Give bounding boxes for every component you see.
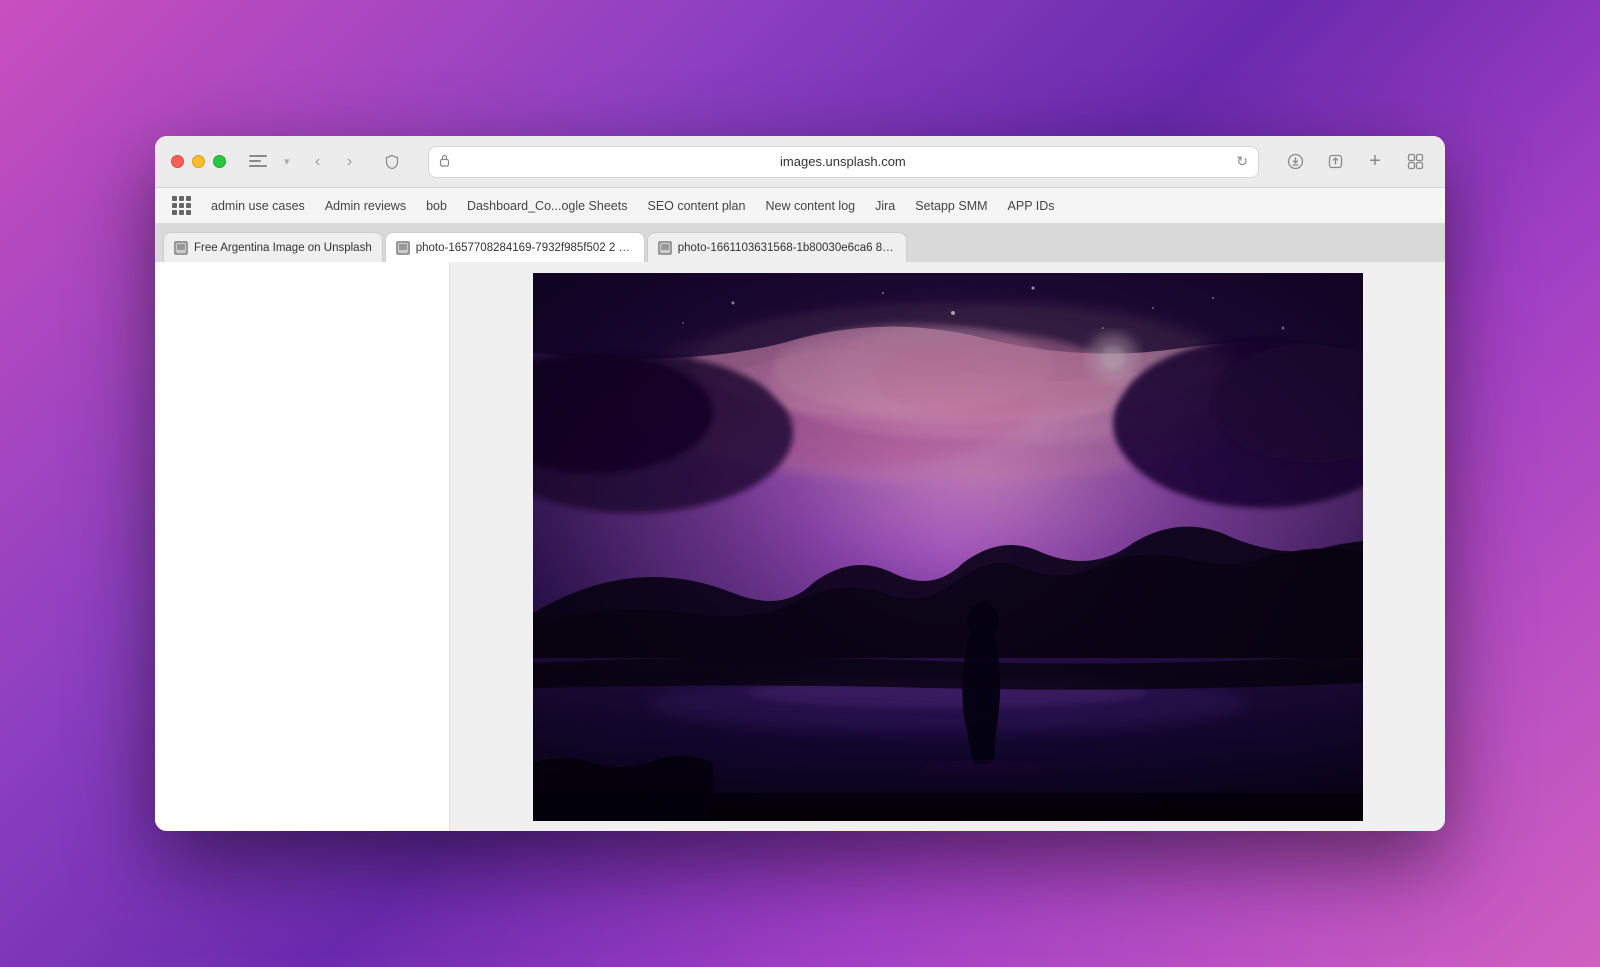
- bookmark-admin-use-cases[interactable]: admin use cases: [203, 195, 313, 217]
- new-tab-icon[interactable]: +: [1361, 148, 1389, 176]
- bookmark-new-content-log[interactable]: New content log: [757, 195, 863, 217]
- bookmark-admin-reviews[interactable]: Admin reviews: [317, 195, 414, 217]
- toolbar-right: +: [1281, 148, 1429, 176]
- tab-overview-icon[interactable]: [1401, 148, 1429, 176]
- share-icon[interactable]: [1321, 148, 1349, 176]
- tab-3-favicon: [658, 241, 672, 255]
- maximize-button[interactable]: [213, 155, 226, 168]
- bookmark-jira[interactable]: Jira: [867, 195, 903, 217]
- download-icon[interactable]: [1281, 148, 1309, 176]
- forward-button[interactable]: ›: [336, 148, 364, 176]
- tabs-bar: Free Argentina Image on Unsplash photo-1…: [155, 224, 1445, 262]
- tab-1-title: Free Argentina Image on Unsplash: [194, 242, 372, 254]
- sidebar-toggle-chevron[interactable]: ▾: [284, 155, 290, 168]
- bookmark-dashboard[interactable]: Dashboard_Co...ogle Sheets: [459, 195, 636, 217]
- sidebar-toggle-icon: [249, 155, 267, 169]
- tab-1[interactable]: Free Argentina Image on Unsplash: [163, 232, 383, 262]
- close-button[interactable]: [171, 155, 184, 168]
- back-button[interactable]: ‹: [304, 148, 332, 176]
- reload-icon[interactable]: ↻: [1236, 153, 1248, 170]
- nav-arrows: ‹ ›: [304, 148, 364, 176]
- shield-icon: [378, 148, 406, 176]
- tab-2-favicon: [396, 241, 410, 255]
- bookmark-app-ids[interactable]: APP IDs: [1000, 195, 1063, 217]
- photo-display: [533, 273, 1363, 821]
- title-bar: ▾ ‹ › images.unsplash.com ↻: [155, 136, 1445, 188]
- main-content: [450, 262, 1445, 831]
- browser-window: ▾ ‹ › images.unsplash.com ↻: [155, 136, 1445, 831]
- tab-2[interactable]: photo-1657708284169-7932f985f502 2 264x2…: [385, 232, 645, 262]
- minimize-button[interactable]: [192, 155, 205, 168]
- traffic-lights: [171, 155, 226, 168]
- sidebar-toggle-button[interactable]: [244, 151, 272, 173]
- lock-icon: [439, 154, 450, 170]
- content-area: [155, 262, 1445, 831]
- url-text: images.unsplash.com: [456, 154, 1231, 169]
- address-bar[interactable]: images.unsplash.com ↻: [428, 146, 1259, 178]
- bookmark-seo[interactable]: SEO content plan: [639, 195, 753, 217]
- bookmarks-bar: admin use cases Admin reviews bob Dashbo…: [155, 188, 1445, 224]
- bookmark-bob[interactable]: bob: [418, 195, 455, 217]
- apps-menu-icon[interactable]: [169, 194, 193, 218]
- sidebar-panel: [155, 262, 450, 831]
- tab-1-favicon: [174, 241, 188, 255]
- bookmark-setapp[interactable]: Setapp SMM: [907, 195, 995, 217]
- tab-3-title: photo-1661103631568-1b80030e6ca6 871×580…: [678, 242, 896, 254]
- tab-2-title: photo-1657708284169-7932f985f502 2 264x2…: [416, 242, 634, 254]
- tab-3[interactable]: photo-1661103631568-1b80030e6ca6 871×580…: [647, 232, 907, 262]
